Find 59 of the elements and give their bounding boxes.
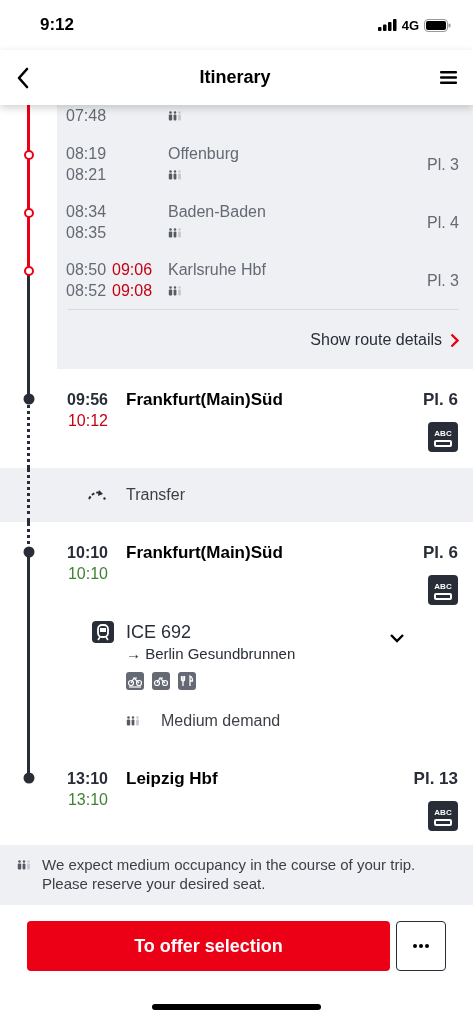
actual-time: 10:10 [67, 564, 108, 584]
occupancy-icon [168, 169, 183, 180]
actual-time: 13:10 [67, 790, 108, 810]
cutlery-icon [178, 672, 196, 690]
network-type: 4G [401, 17, 419, 33]
planned-time: 07:48 [66, 106, 107, 126]
platform-label: Pl. 6 [423, 389, 458, 410]
occupancy-icon [17, 860, 32, 870]
bicycle-icon [152, 672, 170, 690]
planned-time: 10:10 [67, 543, 108, 563]
planned-time: 08:21 [66, 165, 107, 185]
menu-button[interactable] [440, 70, 457, 85]
planned-time: 08:52 [66, 281, 107, 301]
train-destination: → Berlin Gesundbrunnen [126, 644, 297, 664]
station-name: Baden-Baden [168, 202, 267, 222]
actual-time: 09:06 [112, 260, 153, 280]
occupancy-icon [168, 227, 183, 238]
station-name: Frankfurt(Main)Süd [125, 542, 284, 564]
signal-icon [377, 19, 397, 31]
transfer-label: Transfer [126, 486, 185, 504]
train-number: ICE 692 [126, 621, 193, 644]
transfer-arrow-icon [87, 490, 106, 500]
planned-time: 09:56 [67, 390, 108, 410]
coach-sequence-icon[interactable]: ABC [428, 575, 458, 605]
platform-label: Pl. 3 [427, 154, 459, 175]
clock-time: 9:12 [40, 15, 75, 35]
planned-time: 08:35 [66, 223, 107, 243]
station-name: Leipzig Hbf [125, 768, 219, 790]
battery-icon [424, 18, 451, 32]
platform-label: Pl. 6 [423, 542, 458, 563]
planned-time: 08:50 [66, 260, 107, 280]
planned-time: 08:19 [66, 144, 107, 164]
planned-time: 08:34 [66, 202, 107, 222]
bike-reservation-icon [126, 672, 144, 690]
offer-selection-button[interactable]: To offer selection [27, 921, 390, 971]
chevron-right-icon [450, 332, 459, 348]
route-details-link[interactable]: Show route details [310, 331, 459, 349]
coach-sequence-icon[interactable]: ABC [428, 801, 458, 831]
coach-sequence-icon[interactable]: ABC [428, 422, 458, 452]
occupancy-icon [168, 110, 183, 121]
actual-time: 10:12 [67, 411, 108, 431]
more-button[interactable] [396, 921, 446, 971]
station-name: Karlsruhe Hbf [168, 260, 267, 280]
more-icon [413, 944, 429, 948]
occupancy-notice: We expect medium occupancy in the course of your trip. Please reserve your desired seat. [42, 855, 417, 893]
platform-label: Pl. 3 [427, 270, 459, 291]
occupancy-icon [168, 285, 183, 296]
platform-label: Pl. 13 [413, 768, 458, 789]
screen-title: Itinerary [198, 67, 272, 88]
platform-label: Pl. 4 [427, 212, 459, 233]
expand-button[interactable] [389, 633, 405, 643]
station-name: Offenburg [168, 144, 240, 164]
planned-time: 13:10 [67, 769, 108, 789]
station-name: Frankfurt(Main)Süd [125, 389, 284, 411]
occupancy-icon [126, 716, 141, 726]
train-icon [92, 621, 114, 643]
actual-time: 09:08 [112, 281, 153, 301]
demand-label: Medium demand [161, 712, 281, 730]
back-button[interactable] [16, 66, 30, 89]
